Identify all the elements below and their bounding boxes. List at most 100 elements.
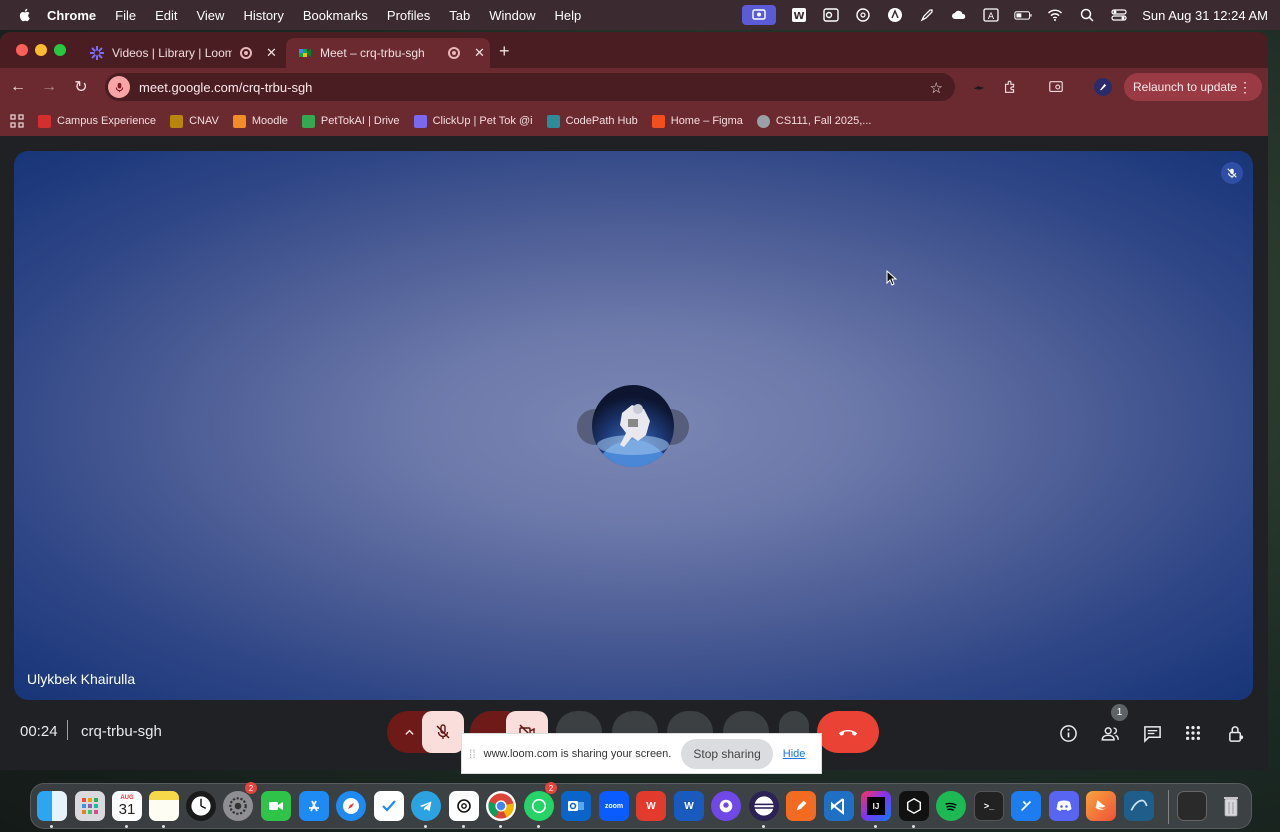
menu-profiles[interactable]: Profiles (387, 8, 430, 23)
hide-link[interactable]: Hide (783, 748, 806, 760)
microphone-toggle-button[interactable] (422, 711, 464, 753)
outlook-icon[interactable] (561, 791, 591, 821)
bookmark-item[interactable]: Moodle (232, 114, 288, 128)
mysql-workbench-icon[interactable] (1124, 791, 1154, 821)
rocket-icon[interactable] (918, 7, 936, 23)
zoom-icon[interactable]: zoom (599, 791, 629, 821)
trash-icon[interactable] (1216, 791, 1246, 821)
menu-bookmarks[interactable]: Bookmarks (303, 8, 368, 23)
chrome-icon[interactable] (486, 791, 516, 821)
leave-call-button[interactable] (817, 711, 879, 753)
word-icon[interactable]: W (790, 7, 808, 23)
reload-icon[interactable]: ↻ (71, 77, 91, 97)
menubar-clock[interactable]: Sun Aug 31 12:24 AM (1142, 8, 1268, 23)
bookmark-item[interactable]: PetTokAI | Drive (301, 114, 400, 128)
bookmark-item[interactable]: Home – Figma (651, 114, 743, 128)
extension-icon[interactable] (970, 78, 988, 96)
bookmark-item[interactable]: Campus Experience (38, 114, 156, 128)
menu-help[interactable]: Help (555, 8, 582, 23)
spotify-icon[interactable] (936, 791, 966, 821)
apps-grid-icon[interactable] (10, 114, 24, 128)
avatar-group (577, 383, 689, 471)
host-controls-button[interactable] (1225, 722, 1247, 744)
profile-avatar[interactable] (1094, 78, 1112, 96)
relaunch-to-update-button[interactable]: Relaunch to update ⋮ (1124, 73, 1262, 101)
safari-icon[interactable] (336, 791, 366, 821)
control-center-icon[interactable] (1110, 7, 1128, 23)
back-icon[interactable]: ← (8, 77, 28, 97)
facetime-icon[interactable] (261, 791, 291, 821)
minimize-window-icon[interactable] (35, 44, 47, 56)
maximize-window-icon[interactable] (54, 44, 66, 56)
bookmark-item[interactable]: ClickUp | Pet Tok @i (413, 114, 533, 128)
menu-file[interactable]: File (115, 8, 136, 23)
new-tab-button[interactable]: + (499, 41, 510, 62)
close-window-icon[interactable] (16, 44, 28, 56)
screen-icon[interactable] (1177, 791, 1207, 821)
battery-icon[interactable] (1014, 7, 1032, 23)
whatsapp-icon[interactable] (524, 791, 554, 821)
menu-view[interactable]: View (196, 8, 224, 23)
discord-icon[interactable] (1049, 791, 1079, 821)
bookmark-item[interactable]: CNAV (170, 114, 219, 128)
telegram-icon[interactable] (411, 791, 441, 821)
tab-search-icon[interactable] (1047, 78, 1065, 96)
tab-loom[interactable]: Videos | Library | Loom ✕ (78, 38, 284, 68)
drag-handle-icon[interactable]: ⁞⁞ (469, 747, 476, 761)
chatgpt-icon[interactable] (854, 7, 872, 23)
menu-window[interactable]: Window (489, 8, 535, 23)
bookmark-item[interactable]: CS111, Fall 2025,... (756, 114, 871, 128)
terminal-icon[interactable]: >_ (974, 791, 1004, 821)
wps-office-icon[interactable]: W (636, 791, 666, 821)
xcode-icon[interactable] (1011, 791, 1041, 821)
system-settings-icon[interactable] (223, 791, 253, 821)
vs-code-icon[interactable] (824, 791, 854, 821)
finder-icon[interactable] (37, 791, 67, 821)
notes-icon[interactable] (149, 791, 179, 821)
close-tab-icon[interactable]: ✕ (266, 45, 277, 61)
menu-edit[interactable]: Edit (155, 8, 177, 23)
activities-button[interactable] (1182, 722, 1204, 744)
unity-icon[interactable] (899, 791, 929, 821)
github-desktop-icon[interactable] (711, 791, 741, 821)
launchpad-icon[interactable] (75, 791, 105, 821)
pen-icon[interactable] (786, 791, 816, 821)
menu-tab[interactable]: Tab (449, 8, 470, 23)
participant-tile[interactable]: Ulykbek Khairulla (14, 151, 1253, 700)
keyboard-a-icon[interactable]: A (982, 7, 1000, 23)
meeting-details-button[interactable] (1057, 722, 1079, 744)
forward-icon[interactable]: → (39, 77, 59, 97)
figma-icon (651, 114, 665, 128)
app-store-icon[interactable] (299, 791, 329, 821)
extensions-puzzle-icon[interactable] (1001, 78, 1019, 96)
outlook-icon[interactable] (822, 7, 840, 23)
intellij-idea-icon[interactable]: IJ (861, 791, 891, 821)
people-button[interactable] (1099, 722, 1121, 744)
cloud-icon[interactable] (950, 7, 968, 23)
chat-button[interactable] (1141, 722, 1163, 744)
stop-sharing-button[interactable]: Stop sharing (681, 738, 773, 769)
address-bar[interactable]: meet.google.com/crq-trbu-sgh ☆ (105, 73, 955, 101)
clock-icon[interactable] (186, 791, 216, 821)
url-text[interactable]: meet.google.com/crq-trbu-sgh (139, 80, 312, 95)
swift-icon[interactable] (1086, 791, 1116, 821)
share-notice-text: www.loom.com is sharing your screen. (483, 747, 672, 760)
eclipse-icon[interactable] (749, 791, 779, 821)
calendar-icon[interactable]: AUG 31 (112, 791, 142, 821)
apple-icon[interactable] (17, 7, 33, 23)
loom-recording-icon[interactable] (742, 5, 777, 25)
menu-app-name[interactable]: Chrome (47, 8, 96, 23)
search-icon[interactable] (1078, 7, 1096, 23)
microphone-in-use-icon[interactable] (108, 76, 130, 98)
chatgpt-icon[interactable] (449, 791, 479, 821)
reminders-icon[interactable] (374, 791, 404, 821)
notion-icon[interactable] (886, 7, 904, 23)
menu-history[interactable]: History (243, 8, 283, 23)
bookmark-item[interactable]: CodePath Hub (546, 114, 638, 128)
bookmark-star-icon[interactable]: ☆ (930, 79, 943, 97)
tab-meet[interactable]: Meet – crq-trbu-sgh ✕ (286, 38, 490, 68)
close-tab-icon[interactable]: ✕ (474, 45, 485, 61)
word-icon[interactable]: W (674, 791, 704, 821)
more-menu-icon[interactable]: ⋮ (1238, 79, 1252, 96)
wifi-icon[interactable] (1046, 7, 1064, 23)
